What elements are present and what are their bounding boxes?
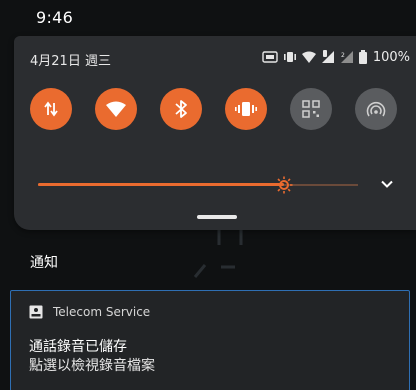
qr-scan-icon [302,100,320,118]
tile-bluetooth[interactable] [160,88,202,130]
hotspot-icon [366,101,386,117]
expand-chevron-icon[interactable] [380,177,394,191]
tile-hotspot[interactable] [355,88,397,130]
vibrate-icon [283,51,297,63]
brightness-sun-icon[interactable] [275,176,293,194]
battery-percent: 100% [372,49,410,65]
signal-icon [321,50,335,64]
svg-text:2: 2 [341,52,345,59]
notification-app-name: Telecom Service [53,305,151,319]
tile-mobile-data[interactable] [30,88,72,130]
notification-title: 通話錄音已儲存 [29,339,127,355]
status-icons: 2 100% [262,48,410,66]
notification-shade: 9:46 4月21日 週三 2 100% 通知 Telecom Service … [0,0,416,390]
screen-record-icon [262,51,278,63]
recorder-icon [29,305,43,319]
notification-app-row: Telecom Service [29,305,150,319]
panel-drag-handle[interactable] [197,215,237,219]
quick-settings-panel: 4月21日 週三 2 100% [14,36,416,230]
tile-vibrate[interactable] [225,88,267,130]
notification-text: 點選以檢視錄音檔案 [29,358,155,374]
wifi-icon [301,51,316,63]
wifi-icon [106,101,126,117]
signal-roaming-icon: 2 [340,50,354,64]
tile-wifi[interactable] [95,88,137,130]
quick-settings-tiles [30,88,397,130]
notifications-header: 通知 [30,255,58,271]
bluetooth-icon [175,100,187,118]
tile-qr-scanner[interactable] [290,88,332,130]
battery-icon [358,50,367,64]
brightness-fill [38,183,284,186]
brightness-slider[interactable] [38,176,358,194]
quick-settings-date[interactable]: 4月21日 週三 [30,50,111,69]
vibrate-icon [235,102,257,116]
status-bar-time: 9:46 [36,8,74,27]
data-transfer-icon [44,101,58,117]
notification-card[interactable]: Telecom Service 通話錄音已儲存 點選以檢視錄音檔案 [10,290,410,390]
